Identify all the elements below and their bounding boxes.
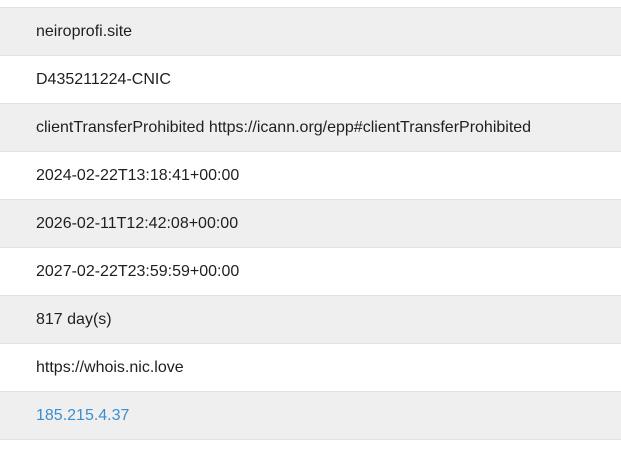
table-row-age: 817 day(s) [0, 296, 621, 344]
table-row-registry-id: D435211224-CNIC [0, 56, 621, 104]
table-row-expires: 2027-02-22T23:59:59+00:00 [0, 248, 621, 296]
table-row-updated: 2026-02-11T12:42:08+00:00 [0, 200, 621, 248]
ip-address-link[interactable]: 185.215.4.37 [36, 407, 129, 425]
domain-age-value: 817 day(s) [36, 310, 112, 328]
domain-name-value: neiroprofi.site [36, 22, 133, 40]
whois-info-table: neiroprofi.site D435211224-CNIC clientTr… [0, 7, 621, 440]
table-row-ip-address: 185.215.4.37 [0, 392, 621, 440]
table-row-status: clientTransferProhibited https://icann.o… [0, 104, 621, 152]
registry-domain-id-value: D435211224-CNIC [36, 70, 171, 88]
table-row-whois-server: https://whois.nic.love [0, 344, 621, 392]
table-row-created: 2024-02-22T13:18:41+00:00 [0, 152, 621, 200]
table-row-domain: neiroprofi.site [0, 8, 621, 56]
updated-date-value: 2026-02-11T12:42:08+00:00 [36, 214, 239, 232]
whois-server-value: https://whois.nic.love [36, 358, 184, 376]
creation-date-value: 2024-02-22T13:18:41+00:00 [36, 166, 240, 184]
expiration-date-value: 2027-02-22T23:59:59+00:00 [36, 262, 240, 280]
domain-status-value: clientTransferProhibited https://icann.o… [36, 118, 532, 136]
